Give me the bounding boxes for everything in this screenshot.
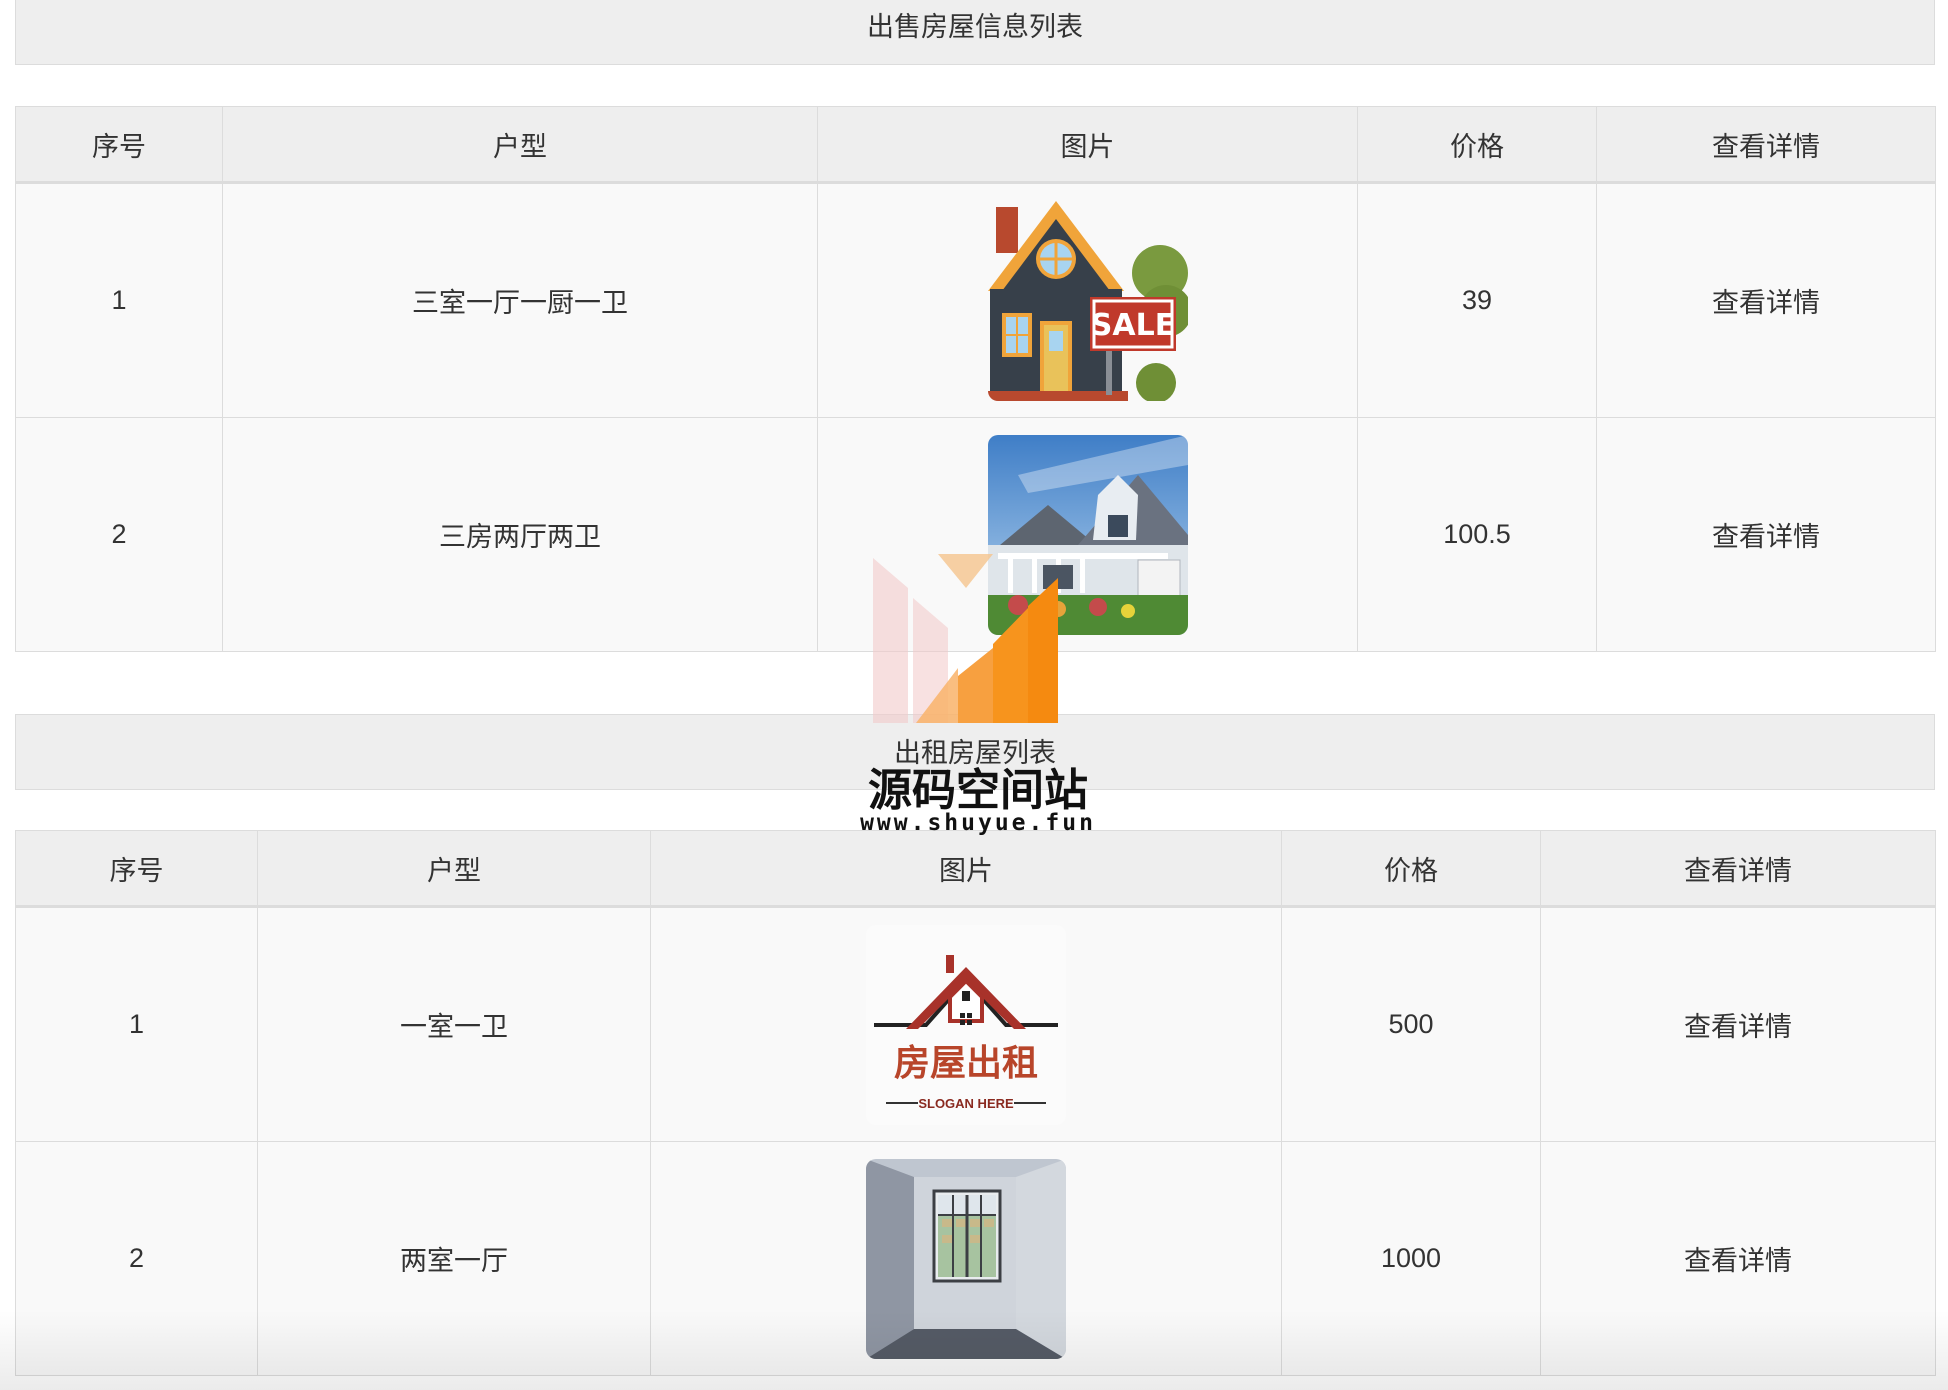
svg-text:SALE: SALE	[1090, 308, 1174, 343]
row-price: 39	[1357, 182, 1597, 418]
table-row: 2 两室一厅 1000 查看详情	[15, 1141, 1936, 1376]
header-layout: 户型	[222, 106, 818, 184]
row-price: 100.5	[1357, 417, 1597, 652]
sale-table: 序号 户型 图片 价格 查看详情 1 三室一厅一厨一卫 SALE 39 查看详情…	[15, 106, 1936, 652]
table-row: 1 一室一卫 房屋出租 SLOGAN HERE 500 查看详情	[15, 906, 1936, 1142]
svg-text:SLOGAN HERE: SLOGAN HERE	[918, 1096, 1014, 1111]
row-price: 1000	[1281, 1141, 1541, 1376]
row-image-cell	[817, 417, 1358, 652]
view-detail-link[interactable]: 查看详情	[1596, 182, 1936, 418]
header-image: 图片	[817, 106, 1358, 184]
header-price: 价格	[1281, 830, 1541, 908]
house-rent-logo-image: 房屋出租 SLOGAN HERE	[866, 924, 1066, 1125]
header-detail: 查看详情	[1596, 106, 1936, 184]
table-header-row: 序号 户型 图片 价格 查看详情	[15, 830, 1936, 908]
row-image-cell	[650, 1141, 1282, 1376]
view-detail-link[interactable]: 查看详情	[1540, 906, 1936, 1142]
row-index: 2	[15, 1141, 258, 1376]
rent-table: 序号 户型 图片 价格 查看详情 1 一室一卫 房屋出租 SLOGAN HERE…	[15, 830, 1936, 1376]
rent-section-title: 出租房屋列表	[15, 714, 1935, 790]
table-row: 2 三房两厅两卫 100.5 查看详情	[15, 417, 1936, 652]
header-detail: 查看详情	[1540, 830, 1936, 908]
sale-section-title: 出售房屋信息列表	[15, 0, 1935, 65]
empty-room-photo	[866, 1158, 1066, 1359]
row-layout: 三房两厅两卫	[222, 417, 818, 652]
table-row: 1 三室一厅一厨一卫 SALE 39 查看详情	[15, 182, 1936, 418]
row-layout: 两室一厅	[257, 1141, 651, 1376]
row-index: 1	[15, 906, 258, 1142]
view-detail-link[interactable]: 查看详情	[1596, 417, 1936, 652]
header-price: 价格	[1357, 106, 1597, 184]
row-index: 2	[15, 417, 223, 652]
row-price: 500	[1281, 906, 1541, 1142]
view-detail-link[interactable]: 查看详情	[1540, 1141, 1936, 1376]
row-layout: 三室一厅一厨一卫	[222, 182, 818, 418]
row-index: 1	[15, 182, 223, 418]
row-image-cell: 房屋出租 SLOGAN HERE	[650, 906, 1282, 1142]
row-layout: 一室一卫	[257, 906, 651, 1142]
suburban-house-photo	[987, 434, 1188, 635]
row-image-cell: SALE	[817, 182, 1358, 418]
header-index: 序号	[15, 830, 258, 908]
table-header-row: 序号 户型 图片 价格 查看详情	[15, 106, 1936, 184]
house-for-sale-sign-image: SALE	[987, 200, 1188, 401]
header-layout: 户型	[257, 830, 651, 908]
header-image: 图片	[650, 830, 1282, 908]
header-index: 序号	[15, 106, 223, 184]
svg-text:房屋出租: 房屋出租	[894, 1043, 1038, 1084]
